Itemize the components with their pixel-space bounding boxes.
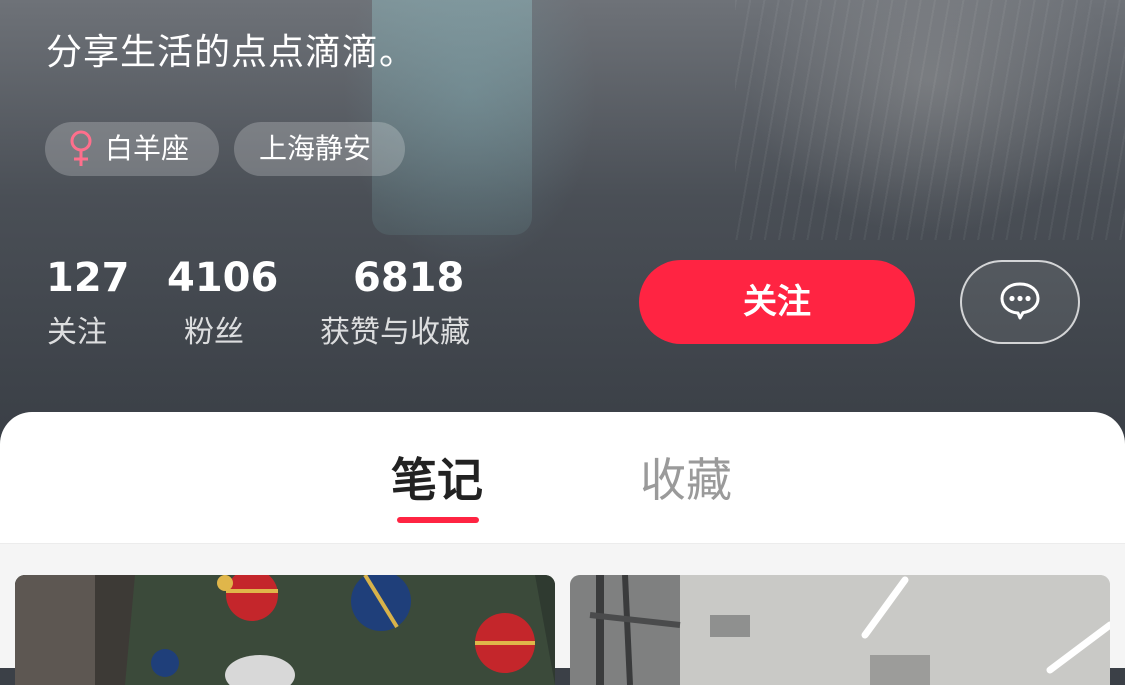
followers-label[interactable]: 粉丝 <box>184 312 244 354</box>
likes-collects-count[interactable]: 6818 <box>353 254 464 302</box>
follow-button[interactable]: 关注 <box>639 260 915 344</box>
following-label[interactable]: 关注 <box>47 312 107 354</box>
zodiac-tag: 白羊座 <box>45 122 219 176</box>
zodiac-label: 白羊座 <box>105 132 190 165</box>
note-cover-image <box>570 575 1110 685</box>
tab-collections[interactable]: 收藏 <box>640 450 732 510</box>
tab-notes[interactable]: 笔记 <box>391 450 483 510</box>
note-card-christmas-tree[interactable] <box>15 575 555 685</box>
active-tab-indicator <box>397 517 479 523</box>
following-count[interactable]: 127 <box>46 254 130 302</box>
likes-collects-label[interactable]: 获赞与收藏 <box>320 312 470 354</box>
location-tag: 上海静安 <box>234 122 405 176</box>
location-label: 上海静安 <box>259 132 372 165</box>
message-button[interactable] <box>960 260 1080 344</box>
background-photo-trees <box>735 0 1125 240</box>
profile-bio: 分享生活的点点滴滴。 <box>46 32 417 73</box>
female-icon <box>67 129 95 169</box>
followers-count[interactable]: 4106 <box>167 254 278 302</box>
chat-bubble-icon <box>998 280 1042 324</box>
note-card-gym[interactable] <box>570 575 1110 685</box>
note-cover-image <box>15 575 555 685</box>
